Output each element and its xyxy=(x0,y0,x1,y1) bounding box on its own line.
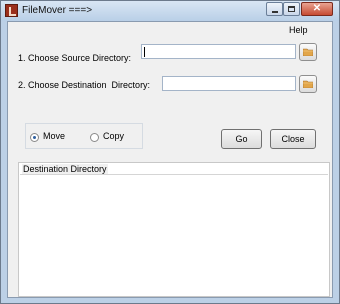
minimize-icon xyxy=(272,11,278,13)
folder-icon xyxy=(303,48,313,56)
app-icon xyxy=(5,4,18,17)
minimize-button[interactable] xyxy=(266,2,283,16)
help-menu[interactable]: Help xyxy=(289,25,308,35)
destination-directory-label: 2. Choose Destination Directory: xyxy=(18,80,151,90)
destination-directory-panel: Destination Directory xyxy=(18,162,330,297)
destination-directory-list[interactable] xyxy=(20,174,328,296)
folder-icon xyxy=(303,80,313,88)
window-title: FileMover ===> xyxy=(22,5,93,16)
browse-destination-button[interactable] xyxy=(299,75,317,93)
source-directory-input[interactable] xyxy=(141,44,296,59)
window-close-button[interactable]: ✕ xyxy=(301,2,333,16)
title-bar[interactable]: FileMover ===> ✕ xyxy=(1,1,339,21)
move-radio[interactable] xyxy=(30,133,39,142)
copy-radio[interactable] xyxy=(90,133,99,142)
browse-source-button[interactable] xyxy=(299,43,317,61)
filemover-window: FileMover ===> ✕ Help 1. Choose Source D… xyxy=(0,0,340,304)
copy-option-label[interactable]: Copy xyxy=(103,131,124,141)
close-icon: ✕ xyxy=(312,3,322,14)
maximize-icon xyxy=(288,6,295,12)
text-caret xyxy=(144,47,145,57)
destination-directory-input[interactable] xyxy=(162,76,296,91)
client-area: Help 1. Choose Source Directory: 2. Choo… xyxy=(7,21,333,298)
mode-option-group: Move Copy xyxy=(25,123,143,149)
go-button[interactable]: Go xyxy=(221,129,262,149)
maximize-button[interactable] xyxy=(283,2,300,16)
close-button[interactable]: Close xyxy=(270,129,316,149)
source-directory-label: 1. Choose Source Directory: xyxy=(18,53,132,63)
destination-panel-title: Destination Directory xyxy=(22,164,108,174)
move-option-label[interactable]: Move xyxy=(43,131,65,141)
